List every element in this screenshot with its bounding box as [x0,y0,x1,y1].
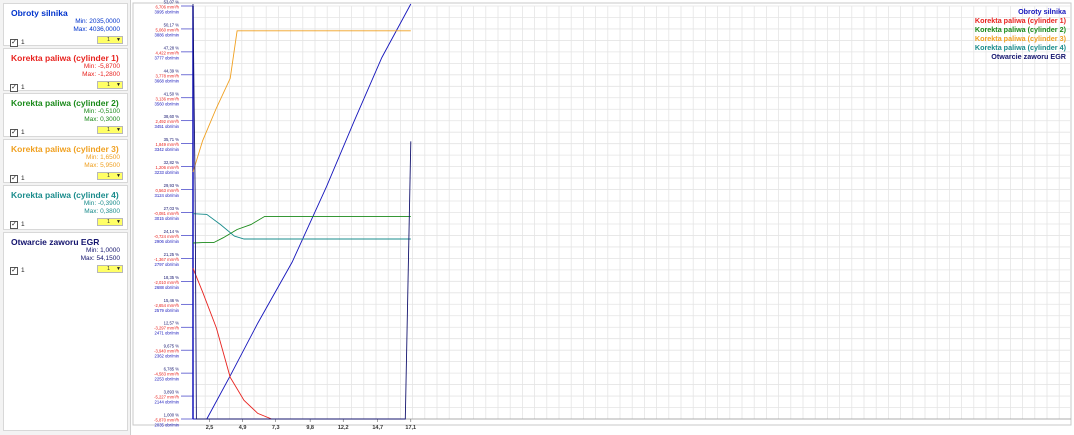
channel-min-value: Min: -0,5100 [83,108,120,115]
legend-entry: Otwarcie zaworu EGR [991,52,1066,61]
channel-title: Korekta paliwa (cylinder 1) [11,53,119,63]
channel-panel: Korekta paliwa (cylinder 3) Min: 1,6500 Ma… [3,139,128,183]
legend-entry: Obroty silnika [1018,7,1067,16]
y-tick-label-rpm: 3777 obr/min [155,55,180,60]
channel-scale-select[interactable]: 1 ▼ [97,81,123,89]
channel-min-value: Min: 1,6500 [86,154,120,161]
channel-title: Korekta paliwa (cylinder 2) [11,98,119,108]
y-tick-label-rpm: 3342 obr/min [155,147,180,152]
channel-checkbox-label: 1 [21,129,25,136]
channel-panel: Korekta paliwa (cylinder 1) Min: -5,8700 M… [3,48,128,92]
channel-min-value: Min: 1,0000 [86,247,120,254]
channel-checkbox-label: 1 [21,221,25,228]
channel-panel: Korekta paliwa (cylinder 4) Min: -0,3900 M… [3,185,128,230]
channel-checkbox-label: 1 [21,39,25,46]
channel-visible-checkbox[interactable]: ✓ [10,84,18,92]
y-tick-label-rpm: 2035 obr/min [155,423,180,428]
chart-background [131,0,1074,435]
y-tick-label-rpm: 3451 obr/min [155,124,180,129]
y-tick-label-rpm: 2253 obr/min [155,377,180,382]
channel-scale-select[interactable]: 1 ▼ [97,218,123,226]
channel-visible-checkbox[interactable]: ✓ [10,221,18,229]
x-tick-label: 4,9 [239,425,247,431]
y-tick-label-rpm: 3233 obr/min [155,170,180,175]
y-tick-label-rpm: 3995 obr/min [155,10,180,15]
y-tick-label-rpm: 2797 obr/min [155,262,180,267]
chevron-down-icon: ▼ [116,266,121,272]
channel-sidebar: Obroty silnika Min: 2035,0000 Max: 4036,00… [0,0,131,435]
channel-visible-checkbox[interactable]: ✓ [10,267,18,275]
channel-panel: Otwarcie zaworu EGR Min: 1,0000 Max: 54,15… [3,232,128,431]
channel-min-value: Min: -5,8700 [83,63,120,70]
channel-scale-value: 1 [107,173,111,179]
legend-entry: Korekta paliwa (cylinder 1) [975,16,1067,25]
y-tick-label-rpm: 2471 obr/min [155,331,180,336]
channel-max-value: Max: 5,9500 [84,162,120,169]
x-tick-label: 9,8 [306,425,314,431]
channel-visible-checkbox[interactable]: ✓ [10,175,18,183]
channel-max-value: Max: 0,3800 [84,208,120,215]
channel-checkbox-label: 1 [21,175,25,182]
channel-title: Otwarcie zaworu EGR [11,237,100,247]
channel-scale-select[interactable]: 1 ▼ [97,172,123,180]
y-tick-label-rpm: 3124 obr/min [155,193,180,198]
channel-scale-value: 1 [107,219,111,225]
channel-visible-checkbox[interactable]: ✓ [10,129,18,137]
channel-panel: Korekta paliwa (cylinder 2) Min: -0,5100 M… [3,93,128,137]
channel-max-value: Max: 0,3000 [84,116,120,123]
channel-title: Obroty silnika [11,8,68,18]
channel-scale-value: 1 [107,82,111,88]
chevron-down-icon: ▼ [116,37,121,43]
y-tick-label-rpm: 2362 obr/min [155,354,180,359]
channel-checkbox-label: 1 [21,84,25,91]
channel-checkbox-label: 1 [21,267,25,274]
channel-scale-value: 1 [107,266,111,272]
channel-max-value: Max: -1,2800 [82,71,120,78]
legend-entry: Korekta paliwa (cylinder 4) [975,43,1067,52]
channel-title: Korekta paliwa (cylinder 3) [11,144,119,154]
chevron-down-icon: ▼ [116,173,121,179]
y-tick-label-rpm: 3886 obr/min [155,32,180,37]
chevron-down-icon: ▼ [116,82,121,88]
channel-scale-value: 1 [107,127,111,133]
y-tick-label-rpm: 2688 obr/min [155,285,180,290]
y-tick-label-rpm: 3668 obr/min [155,78,180,83]
channel-max-value: Max: 4036,0000 [73,26,120,33]
channel-max-value: Max: 54,1500 [80,255,120,262]
chevron-down-icon: ▼ [116,219,121,225]
y-tick-label-rpm: 2579 obr/min [155,308,180,313]
channel-min-value: Min: -0,3900 [83,200,120,207]
y-tick-label-rpm: 2144 obr/min [155,400,180,405]
channel-scale-select[interactable]: 1 ▼ [97,265,123,273]
channel-visible-checkbox[interactable]: ✓ [10,39,18,47]
x-tick-label: 14,7 [372,425,383,431]
y-tick-label-rpm: 2906 obr/min [155,239,180,244]
chart-area: 53,07 %6,706 mm³/h3995 obr/min50,17 %5,0… [131,0,1074,435]
y-tick-label-rpm: 3015 obr/min [155,216,180,221]
channel-panel: Obroty silnika Min: 2035,0000 Max: 4036,00… [3,3,128,47]
channel-title: Korekta paliwa (cylinder 4) [11,190,119,200]
channel-min-value: Min: 2035,0000 [75,18,120,25]
x-tick-label: 12,2 [338,425,349,431]
x-tick-label: 2,5 [206,425,214,431]
channel-scale-select[interactable]: 1 ▼ [97,126,123,134]
chevron-down-icon: ▼ [116,127,121,133]
legend-entry: Korekta paliwa (cylinder 2) [975,25,1067,34]
x-tick-label: 7,3 [272,425,280,431]
channel-scale-select[interactable]: 1 ▼ [97,36,123,44]
legend-entry: Korekta paliwa (cylinder 3) [975,34,1067,43]
y-tick-label-rpm: 3560 obr/min [155,101,180,106]
channel-scale-value: 1 [107,37,111,43]
x-tick-label: 17,1 [405,425,416,431]
